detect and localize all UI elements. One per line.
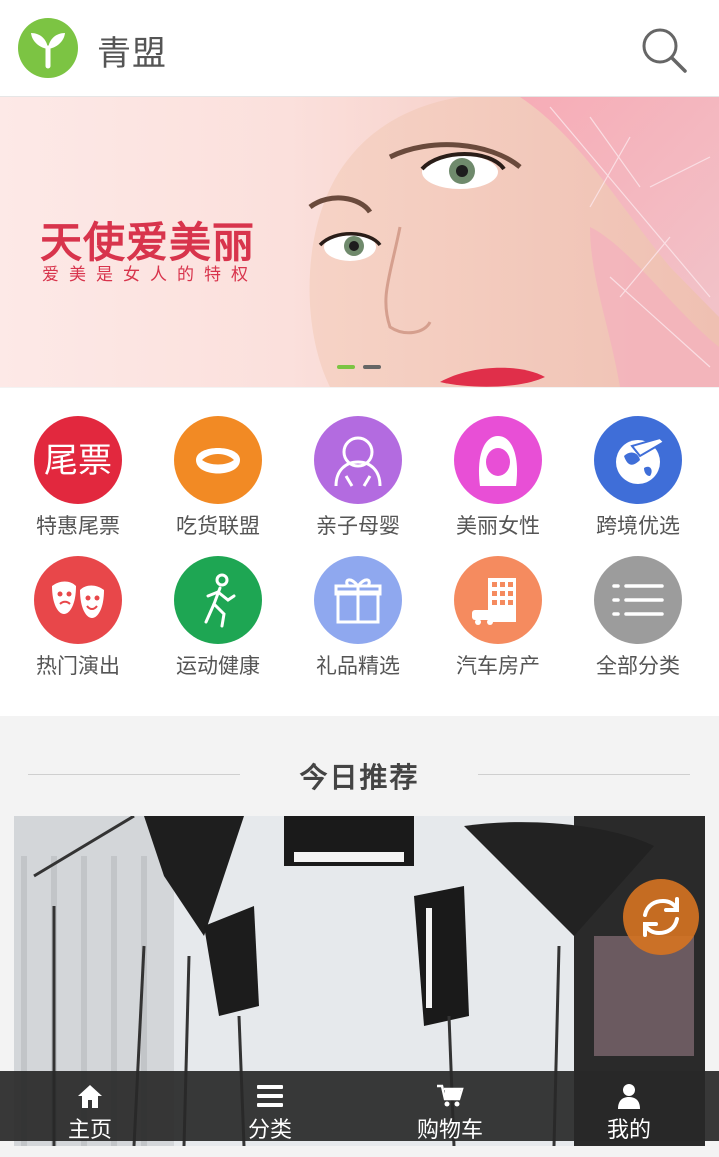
ticket-icon: 尾票	[34, 416, 122, 504]
promo-banner[interactable]: 天使爱美丽 爱美是女人的特权	[0, 97, 719, 387]
food-icon	[174, 416, 262, 504]
woman-icon	[454, 416, 542, 504]
running-icon	[174, 556, 262, 644]
list-icon	[594, 556, 682, 644]
category-label: 全部分类	[596, 654, 680, 678]
top-header: 青盟	[0, 0, 719, 97]
category-item-lipin[interactable]: 礼品精选	[288, 528, 428, 678]
recommend-header: 今日推荐	[0, 716, 719, 816]
tab-label: 我的	[606, 1118, 651, 1143]
search-icon[interactable]	[638, 24, 690, 76]
leaf-logo-icon[interactable]	[18, 18, 78, 78]
carousel-dot[interactable]	[363, 365, 381, 369]
plane-globe-icon	[594, 416, 682, 504]
category-item-qinzi[interactable]: 亲子母婴	[288, 388, 428, 538]
tab-home[interactable]: 主页	[20, 1071, 160, 1143]
building-car-icon	[454, 556, 542, 644]
tab-label: 购物车	[416, 1118, 483, 1143]
divider-right	[478, 774, 690, 775]
category-item-remen-yanchu[interactable]: 热门演出	[8, 528, 148, 678]
brand-name: 青盟	[97, 34, 167, 74]
tab-mine[interactable]: 我的	[559, 1071, 699, 1143]
gift-icon	[314, 556, 402, 644]
category-item-tehui-weipiao[interactable]: 尾票 特惠尾票	[8, 388, 148, 538]
category-item-kuajing[interactable]: 跨境优选	[568, 388, 708, 538]
refresh-icon[interactable]	[623, 879, 699, 955]
tab-cart[interactable]: 购物车	[380, 1071, 520, 1143]
category-item-qiche-fangchan[interactable]: 汽车房产	[428, 528, 568, 678]
banner-model-image	[308, 97, 719, 387]
cart-icon	[437, 1084, 464, 1107]
category-item-yundong[interactable]: 运动健康	[148, 528, 288, 678]
menu-icon	[257, 1085, 283, 1107]
tab-label: 主页	[67, 1118, 112, 1143]
category-label: 礼品精选	[316, 654, 400, 678]
category-item-chihuo[interactable]: 吃货联盟	[148, 388, 288, 538]
tab-category[interactable]: 分类	[200, 1071, 340, 1143]
parent-child-icon	[314, 416, 402, 504]
carousel-dot-active[interactable]	[337, 365, 355, 369]
user-icon	[618, 1084, 640, 1109]
category-label: 热门演出	[36, 654, 120, 678]
category-item-quanbu[interactable]: 全部分类	[568, 528, 708, 678]
recommend-title: 今日推荐	[299, 761, 420, 794]
tab-label: 分类	[247, 1118, 292, 1143]
home-icon	[78, 1085, 102, 1108]
ticket-icon-glyph: 尾票	[44, 441, 112, 481]
category-item-meili-nvxing[interactable]: 美丽女性	[428, 388, 568, 538]
category-grid: 尾票 特惠尾票 吃货联盟 亲子母婴 美丽女性 跨境优选 热门演出 运动健康 礼品…	[0, 388, 719, 716]
category-label: 运动健康	[176, 654, 260, 678]
theater-masks-icon	[34, 556, 122, 644]
category-label: 汽车房产	[456, 654, 540, 678]
banner-subtitle: 爱美是女人的特权	[42, 265, 258, 285]
bottom-tab-bar: 主页 分类 购物车 我的	[0, 1071, 719, 1143]
